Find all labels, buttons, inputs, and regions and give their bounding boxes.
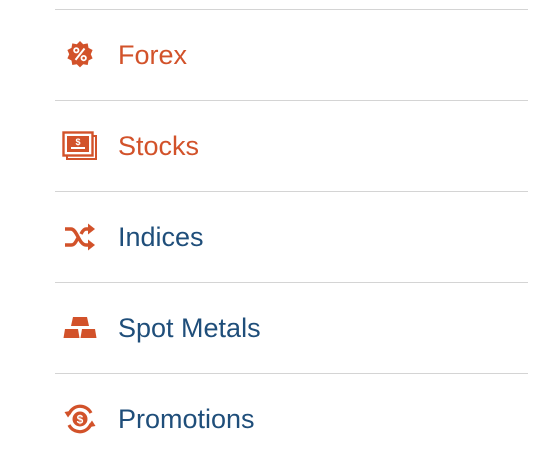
stock-certificate-icon: $ xyxy=(61,127,99,165)
menu-item-forex[interactable]: Forex xyxy=(55,10,528,100)
percent-badge-icon xyxy=(61,36,99,74)
menu-item-indices[interactable]: Indices xyxy=(55,192,528,282)
shuffle-arrows-icon xyxy=(61,218,99,256)
menu-item-label: Indices xyxy=(118,222,204,252)
dollar-cycle-icon: $ xyxy=(61,400,99,438)
svg-text:$: $ xyxy=(77,413,84,427)
menu-item-promotions[interactable]: $ Promotions xyxy=(55,374,528,464)
menu-item-label: Spot Metals xyxy=(118,313,261,343)
svg-text:$: $ xyxy=(75,137,80,147)
menu-item-spot-metals[interactable]: Spot Metals xyxy=(55,283,528,373)
menu-item-label: Stocks xyxy=(118,131,200,161)
menu-item-stocks[interactable]: $ Stocks xyxy=(55,101,528,191)
markets-menu: Forex $ Stocks Indices Spot Metals $ Pro… xyxy=(55,0,528,463)
menu-item-label: Promotions xyxy=(118,404,255,434)
gold-bars-icon xyxy=(61,309,99,347)
menu-item-label: Forex xyxy=(118,40,188,70)
